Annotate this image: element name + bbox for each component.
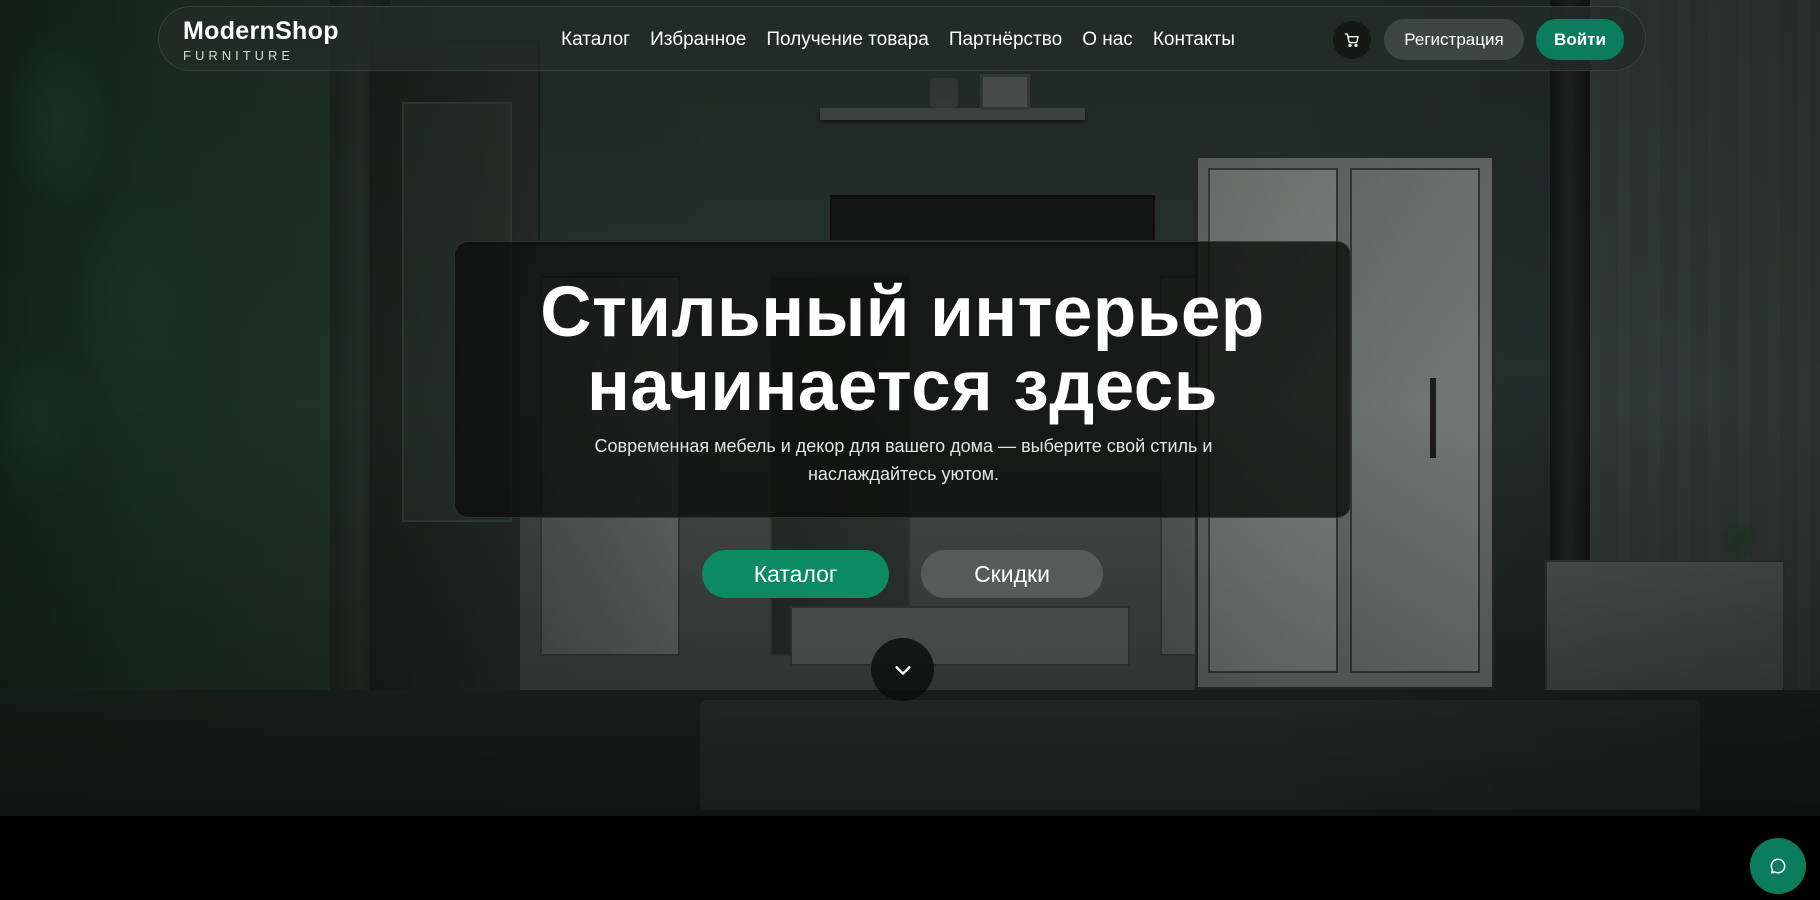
hero-card: Стильный интерьер начинается здесь Совре… xyxy=(454,241,1351,518)
scroll-down-button[interactable] xyxy=(871,638,934,701)
hero-subtitle-line-1: Современная мебель и декор для вашего до… xyxy=(594,436,1213,456)
hero-subtitle: Современная мебель и декор для вашего до… xyxy=(565,432,1242,488)
hero-subtitle-line-2: наслаждайтесь уютом. xyxy=(807,464,1000,484)
logo[interactable]: ModernShop FURNITURE xyxy=(183,17,339,64)
chat-bubble-icon xyxy=(1770,858,1786,874)
chat-button[interactable] xyxy=(1750,838,1806,894)
nav-links: Каталог Избранное Получение товара Партн… xyxy=(561,7,1235,72)
catalog-button[interactable]: Каталог xyxy=(702,550,889,598)
nav-link-partnership[interactable]: Партнёрство xyxy=(949,29,1062,51)
cart-button[interactable] xyxy=(1333,21,1371,59)
navbar: ModernShop FURNITURE Каталог Избранное П… xyxy=(158,6,1646,71)
page-bottom-section xyxy=(0,816,1820,900)
cart-icon xyxy=(1344,33,1359,47)
hero-title-line-2: начинается здесь xyxy=(587,347,1218,426)
nav-link-favorites[interactable]: Избранное xyxy=(650,29,746,51)
logo-tagline: FURNITURE xyxy=(183,48,295,63)
register-button[interactable]: Регистрация xyxy=(1384,19,1524,60)
hero-title-line-1: Стильный интерьер xyxy=(540,273,1265,352)
logo-title: ModernShop xyxy=(183,17,339,45)
nav-link-about[interactable]: О нас xyxy=(1082,29,1133,51)
discounts-button[interactable]: Скидки xyxy=(921,550,1103,598)
nav-link-contacts[interactable]: Контакты xyxy=(1153,29,1235,51)
nav-link-catalog[interactable]: Каталог xyxy=(561,29,630,51)
login-button[interactable]: Войти xyxy=(1536,19,1624,60)
hero-title: Стильный интерьер начинается здесь xyxy=(455,276,1350,424)
chevron-down-icon xyxy=(894,665,911,675)
nav-link-delivery[interactable]: Получение товара xyxy=(766,29,928,51)
